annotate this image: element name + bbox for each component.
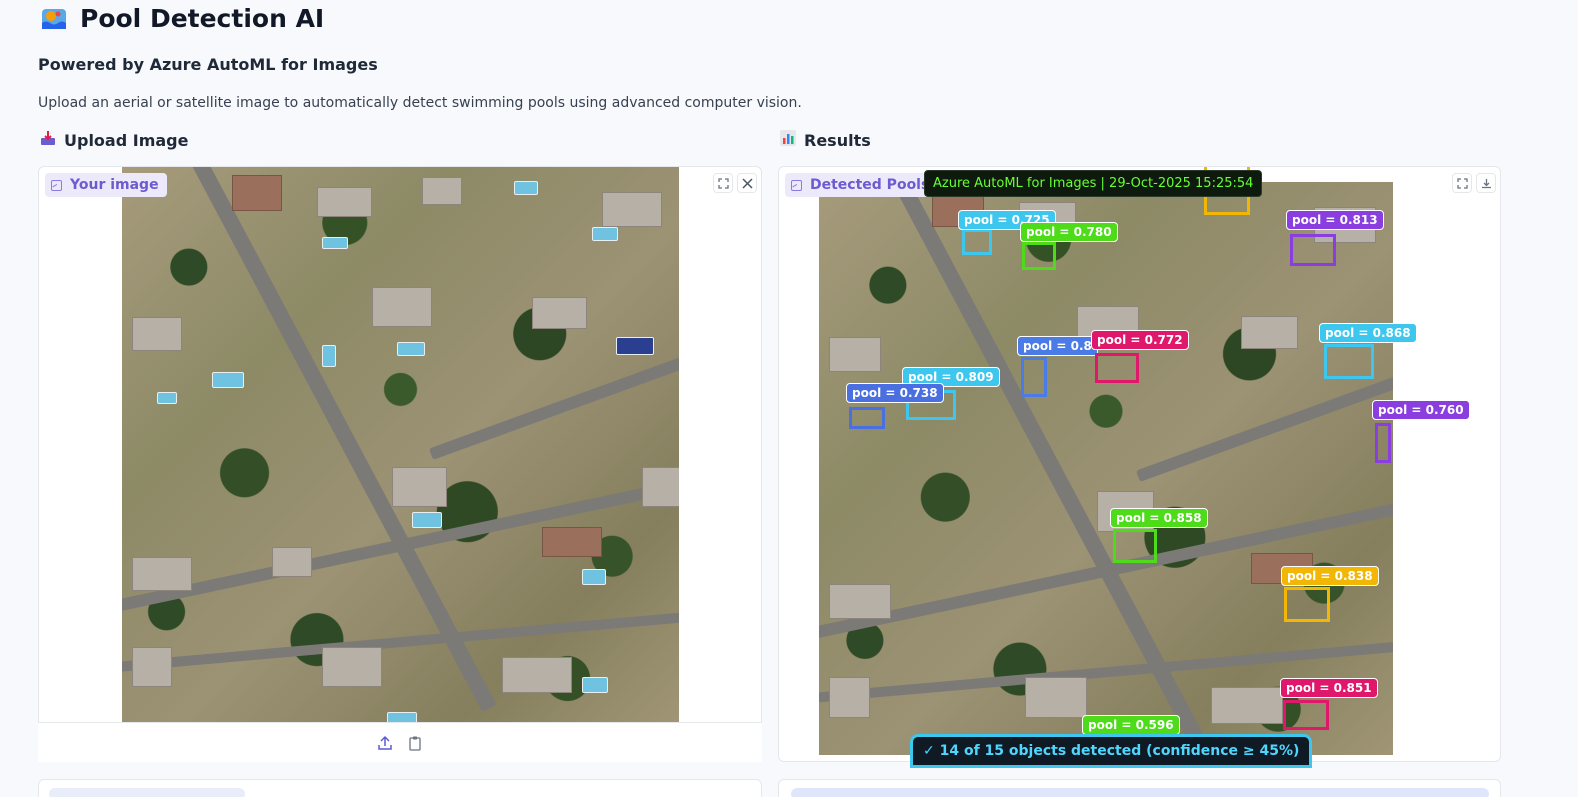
detection-box [1021, 357, 1047, 397]
upload-toolbar [38, 722, 762, 762]
app-title: Pool Detection AI [40, 4, 324, 33]
results-controls-bar [791, 788, 1489, 797]
detection-label: pool = 0.8 [1017, 336, 1098, 356]
panel-label-text: Your image [70, 177, 159, 193]
detection-label: pool = 0.813 [1286, 210, 1384, 230]
results-controls-card [778, 779, 1501, 797]
detection-label: pool = 0.858 [1110, 508, 1208, 528]
page-title: Pool Detection AI [80, 4, 325, 33]
detection-box [1375, 423, 1391, 463]
image-icon [791, 179, 802, 191]
detection-summary: ✓ 14 of 15 objects detected (confidence … [910, 734, 1313, 768]
detected-aerial-image [819, 182, 1393, 755]
detection-label: pool = 0.596 [1082, 715, 1180, 735]
panel-label-text: Detected Pools [810, 177, 930, 193]
upload-corner-buttons [713, 173, 757, 193]
bar-chart-icon [780, 130, 796, 150]
close-icon[interactable] [737, 173, 757, 193]
upload-controls-tab[interactable] [49, 788, 245, 797]
app-description: Upload an aerial or satellite image to a… [38, 95, 802, 111]
detection-label: pool = 0.772 [1091, 330, 1189, 350]
detection-label: pool = 0.838 [1281, 566, 1379, 586]
upload-icon[interactable] [376, 734, 394, 752]
detection-box [1284, 587, 1330, 622]
image-icon [51, 179, 62, 191]
panel-label-your-image: Your image [45, 173, 167, 197]
detection-label: pool = 0.851 [1280, 678, 1378, 698]
inbox-tray-icon [40, 130, 56, 150]
detection-box [849, 407, 885, 429]
detection-box [1095, 353, 1139, 383]
pool-logo-icon [40, 5, 68, 33]
results-heading-label: Results [804, 130, 871, 150]
app-subtitle: Powered by Azure AutoML for Images [38, 55, 378, 74]
detection-box [1022, 242, 1056, 270]
panel-label-detected-pools: Detected Pools [785, 173, 938, 197]
detection-box [1324, 344, 1374, 379]
detection-label: pool = 0.738 [846, 383, 944, 403]
detection-box [1113, 529, 1157, 563]
upload-heading-label: Upload Image [64, 130, 189, 150]
detection-box [1290, 234, 1336, 266]
results-heading: Results [780, 130, 871, 150]
clipboard-icon[interactable] [406, 734, 424, 752]
results-panel: Detected Pools pool = 0.725 pool = 0.780… [778, 166, 1501, 762]
detection-label: pool = 0.760 [1372, 400, 1470, 420]
detection-label: pool = 0.780 [1020, 222, 1118, 242]
detection-label: pool = 0.868 [1319, 323, 1417, 343]
results-corner-buttons [1452, 173, 1496, 193]
uploaded-aerial-image [122, 167, 679, 723]
detection-box [1283, 700, 1329, 730]
fullscreen-icon[interactable] [713, 173, 733, 193]
upload-heading: Upload Image [40, 130, 188, 150]
upload-controls-card [38, 779, 762, 797]
download-icon[interactable] [1476, 173, 1496, 193]
upload-panel: Your image [38, 166, 762, 762]
fullscreen-icon[interactable] [1452, 173, 1472, 193]
detection-banner: Azure AutoML for Images | 29-Oct-2025 15… [924, 170, 1263, 197]
detection-box [962, 229, 992, 255]
